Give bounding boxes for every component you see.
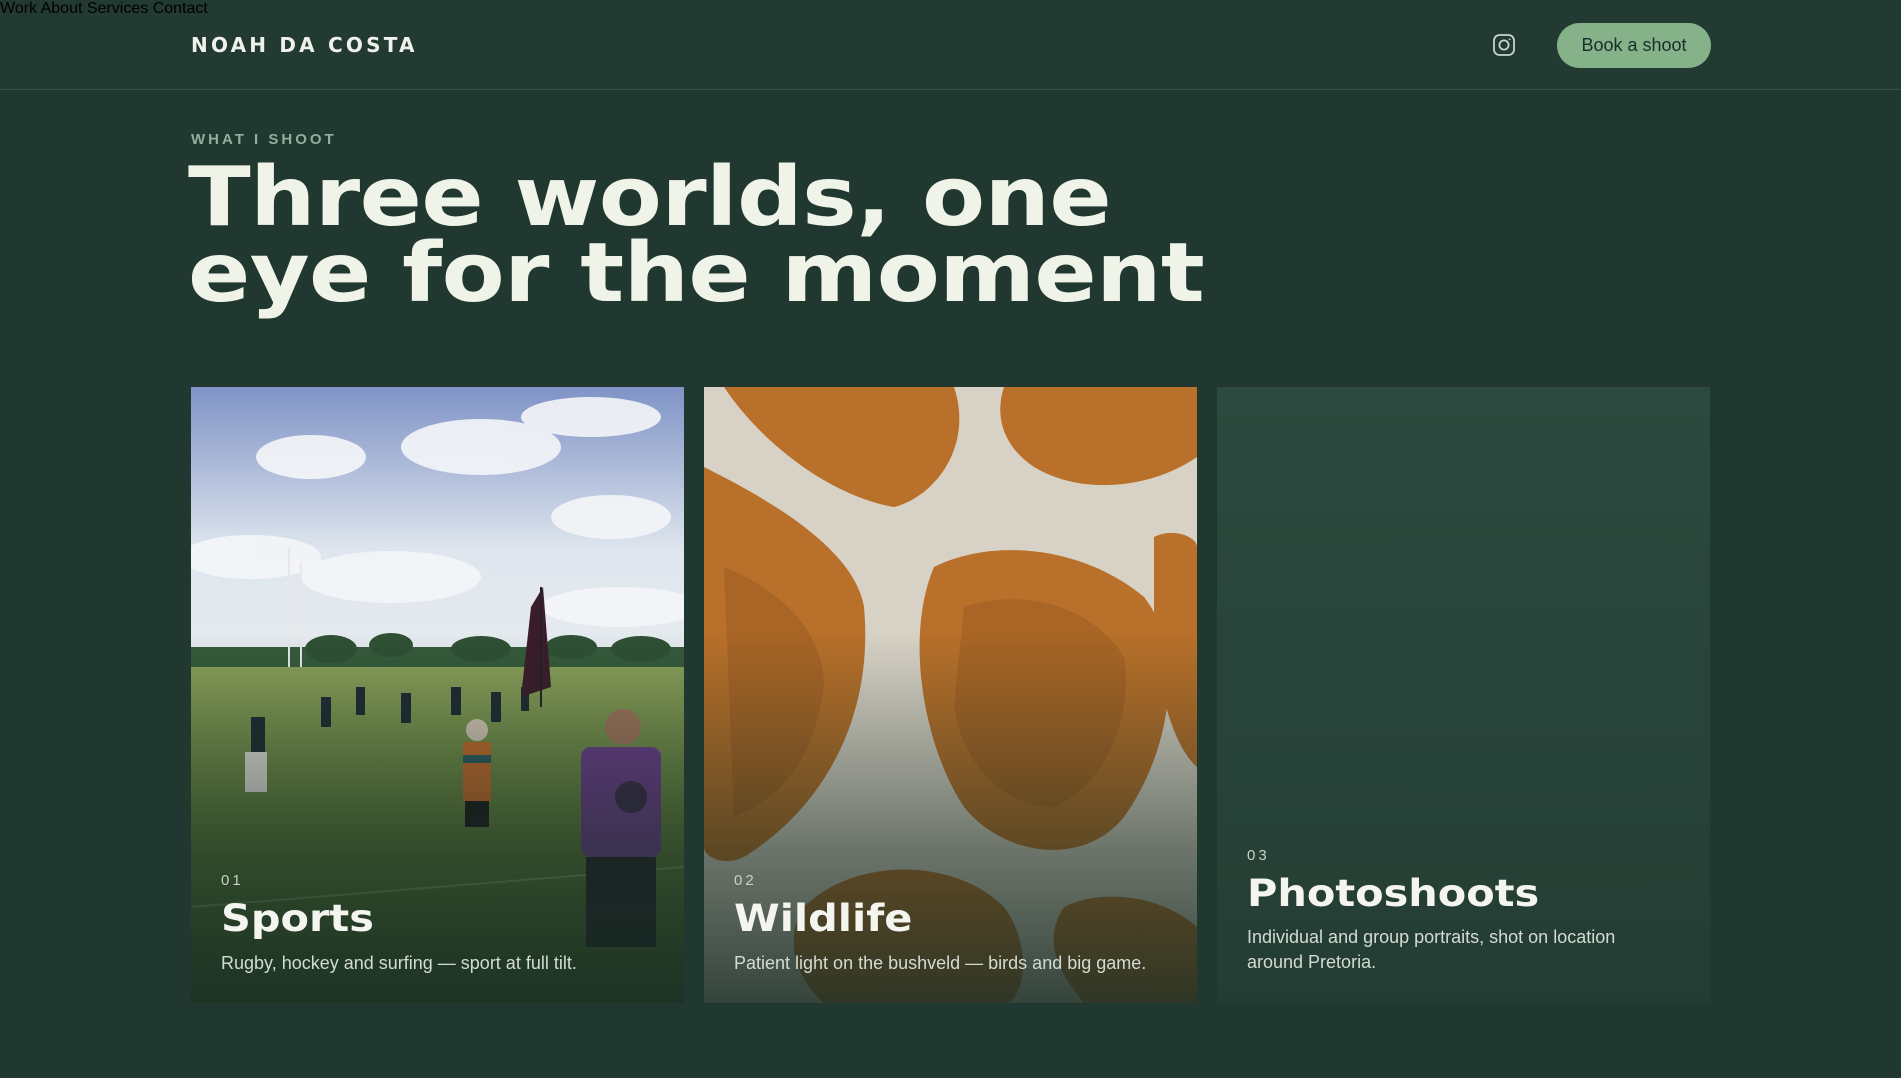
nav-about[interactable]: About [41,0,83,17]
card-number: 02 [734,872,757,889]
card-description: Individual and group portraits, shot on … [1247,927,1616,972]
headline-line-2: eye for the moment [188,226,1205,321]
instagram-icon[interactable] [1492,33,1516,57]
brand-logo[interactable]: NOAH DA COSTA [191,33,418,57]
page-headline: Three worlds, one eye for the moment [188,150,1308,321]
card-number: 03 [1247,847,1270,864]
nav-services[interactable]: Services [87,0,148,17]
section-eyebrow: WHAT I SHOOT [191,131,337,148]
card-photoshoots[interactable]: 03 Photoshoots Individual and group port… [1217,387,1710,1003]
card-description: Patient light on the bushveld — birds an… [734,953,1147,973]
card-number: 01 [221,872,244,889]
card-title: Photoshoots [1247,872,1540,915]
card-title: Wildlife [734,897,913,940]
book-shoot-button[interactable]: Book a shoot [1557,23,1711,68]
card-title: Sports [221,897,374,940]
nav-contact[interactable]: Contact [153,0,208,17]
site-header: NOAH DA COSTA Work About Services Contac… [0,0,1901,90]
card-description: Rugby, hockey and surfing — sport at ful… [221,953,577,973]
card-sports[interactable]: 01 Sports Rugby, hockey and surfing — sp… [191,387,684,1003]
nav-work[interactable]: Work [0,0,37,17]
headline-line-1: Three worlds, one [188,150,1112,245]
page: NOAH DA COSTA Work About Services Contac… [0,0,1901,1078]
card-wildlife[interactable]: 02 Wildlife Patient light on the bushvel… [704,387,1197,1003]
